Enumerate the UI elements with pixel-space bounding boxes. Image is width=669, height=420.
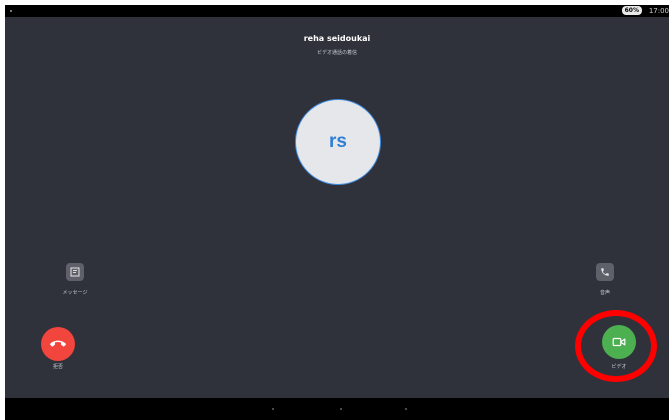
voice-button[interactable] [596, 263, 614, 281]
video-camera-icon [612, 337, 626, 347]
notification-dot [10, 10, 12, 12]
incoming-call-screen: 60% 17:00 reha seidoukai ビデオ通話の着信 rs メッセ… [5, 5, 669, 420]
message-button[interactable] [66, 263, 84, 281]
caller-avatar: rs [295, 99, 381, 185]
call-status: ビデオ通話の着信 [316, 50, 357, 56]
decline-button[interactable] [41, 327, 75, 361]
message-icon [70, 267, 80, 277]
voice-label: 音声 [599, 290, 610, 296]
phone-icon [601, 268, 609, 276]
nav-recents-button[interactable] [405, 408, 407, 410]
caller-name: reha seidoukai [303, 34, 371, 43]
navigation-bar [5, 398, 669, 420]
battery-indicator: 60% [621, 6, 642, 15]
avatar-initials: rs [329, 131, 347, 152]
nav-home-button[interactable] [340, 408, 342, 410]
status-bar: 60% 17:00 [5, 5, 669, 17]
nav-back-button[interactable] [272, 408, 274, 410]
decline-label: 拒否 [52, 364, 63, 370]
hang-up-icon [50, 340, 66, 347]
video-answer-button[interactable] [602, 325, 636, 359]
clock: 17:00 [648, 7, 669, 15]
video-label: ビデオ [611, 364, 627, 370]
message-label: メッセージ [62, 290, 88, 296]
